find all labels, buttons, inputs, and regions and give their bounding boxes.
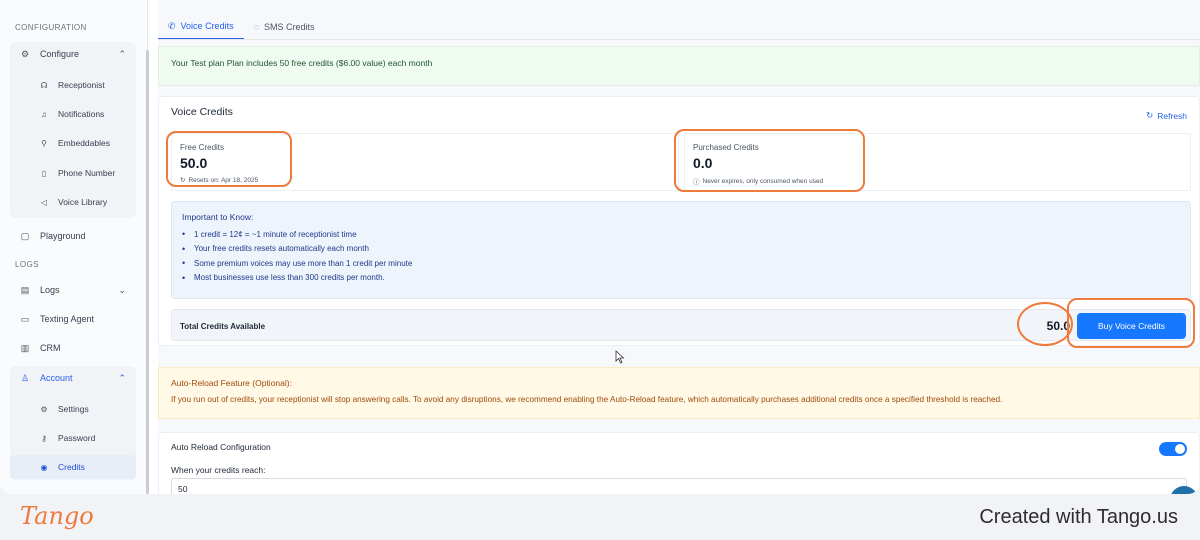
- tab-label: Voice Credits: [180, 21, 234, 31]
- sidebar-item-account[interactable]: ♙ Account ⌃: [10, 366, 136, 390]
- tab-voice-credits[interactable]: ✆ Voice Credits: [158, 14, 244, 40]
- refresh-button[interactable]: ↻ Refresh: [1146, 110, 1187, 121]
- phone-icon: ✆: [168, 20, 176, 31]
- app-window: CONFIGURATION ⚙ Configure ⌃ ☊ Receptioni…: [0, 0, 1200, 494]
- sidebar-item-label: Receptionist: [58, 80, 105, 90]
- highlight-total-value: [1017, 302, 1073, 346]
- sidebar-item-password[interactable]: ⚷ Password: [10, 426, 136, 450]
- sidebar-item-notifications[interactable]: ♫ Notifications: [10, 102, 136, 126]
- highlight-buy-button: [1067, 298, 1195, 348]
- sidebar-item-label: Credits: [58, 462, 85, 472]
- log-icon: ▤: [20, 284, 30, 295]
- sidebar-item-label: Phone Number: [58, 168, 116, 178]
- toggle-knob: [1175, 444, 1185, 454]
- key-icon: ⚷: [41, 433, 47, 443]
- message-icon: ◌: [253, 22, 259, 32]
- created-with-text: Created with Tango.us: [979, 506, 1178, 528]
- auto-reload-config-card: Auto Reload Configuration When your cred…: [158, 432, 1200, 494]
- credit-tabs: ✆ Voice Credits ◌ SMS Credits: [158, 14, 324, 40]
- puzzle-icon: ⚲: [41, 138, 47, 148]
- gear-icon: ⚙: [40, 404, 48, 414]
- sidebar-item-label: Embeddables: [58, 138, 110, 148]
- sidebar-item-label: Texting Agent: [40, 314, 95, 324]
- bar-chart-icon: ▥: [20, 342, 30, 353]
- tab-divider: [158, 39, 1200, 40]
- list-item: 1 credit = 12¢ = ~1 minute of receptioni…: [182, 227, 412, 242]
- tango-logo: Tango: [20, 502, 94, 530]
- chevron-up-icon: ⌃: [118, 48, 126, 59]
- sidebar-item-label: Playground: [40, 231, 86, 241]
- sidebar-item-phone-number[interactable]: ▯ Phone Number: [10, 161, 136, 185]
- highlight-purchased-credits: [674, 129, 865, 192]
- sidebar-item-label: Password: [58, 433, 96, 443]
- sidebar-item-receptionist[interactable]: ☊ Receptionist: [10, 73, 136, 97]
- highlight-free-credits: [166, 131, 292, 187]
- coin-icon: ◉: [40, 462, 48, 472]
- message-icon: ▭: [20, 313, 30, 324]
- chevron-down-icon: ⌄: [118, 284, 126, 295]
- sidebar-item-crm[interactable]: ▥ CRM: [10, 336, 136, 360]
- sidebar-item-label: CRM: [40, 343, 61, 353]
- sidebar: CONFIGURATION ⚙ Configure ⌃ ☊ Receptioni…: [0, 0, 148, 494]
- sidebar-item-label: Voice Library: [58, 197, 108, 207]
- auto-reload-toggle[interactable]: [1159, 442, 1187, 456]
- list-item: Most businesses use less than 300 credit…: [182, 271, 412, 286]
- speaker-icon: ◁: [40, 197, 48, 207]
- sidebar-item-label: Settings: [58, 404, 89, 414]
- tab-sms-credits[interactable]: ◌ SMS Credits: [244, 14, 325, 40]
- main-content: ✆ Voice Credits ◌ SMS Credits Your Test …: [158, 0, 1200, 494]
- bell-icon: ♫: [41, 109, 47, 119]
- section-logs: LOGS: [15, 260, 39, 269]
- section-configuration: CONFIGURATION: [15, 23, 87, 32]
- sidebar-item-label: Configure: [40, 49, 80, 59]
- sidebar-item-playground[interactable]: ▢ Playground: [10, 224, 136, 248]
- auto-reload-banner: Auto-Reload Feature (Optional): If you r…: [158, 367, 1200, 419]
- total-credits-label: Total Credits Available: [180, 322, 266, 331]
- sidebar-item-logs[interactable]: ▤ Logs ⌄: [10, 278, 136, 302]
- sidebar-item-texting-agent[interactable]: ▭ Texting Agent: [10, 307, 136, 331]
- auto-reload-banner-title: Auto-Reload Feature (Optional):: [171, 378, 292, 388]
- threshold-input[interactable]: [171, 478, 1187, 494]
- sidebar-scrollbar[interactable]: [146, 50, 149, 494]
- plan-banner: Your Test plan Plan includes 50 free cre…: [158, 46, 1200, 86]
- list-item: Some premium voices may use more than 1 …: [182, 256, 412, 271]
- sidebar-item-label: Account: [40, 373, 73, 383]
- auto-reload-banner-text: If you run out of credits, your receptio…: [171, 395, 1003, 404]
- info-list: 1 credit = 12¢ = ~1 minute of receptioni…: [182, 227, 412, 285]
- section-title: Voice Credits: [171, 106, 233, 118]
- sidebar-item-label: Logs: [40, 285, 60, 295]
- chevron-up-icon: ⌃: [118, 372, 126, 383]
- refresh-icon: ↻: [1146, 110, 1154, 120]
- important-info-box: Important to Know: 1 credit = 12¢ = ~1 m…: [171, 201, 1191, 299]
- sidebar-item-embeddables[interactable]: ⚲ Embeddables: [10, 131, 136, 155]
- sidebar-item-label: Notifications: [58, 109, 105, 119]
- chat-icon: ▢: [20, 230, 30, 241]
- sidebar-item-settings[interactable]: ⚙ Settings: [10, 397, 136, 421]
- auto-reload-config-title: Auto Reload Configuration: [171, 442, 271, 452]
- sidebar-item-credits[interactable]: ◉ Credits: [10, 455, 136, 479]
- user-icon: ♙: [20, 372, 30, 383]
- tab-label: SMS Credits: [263, 22, 315, 32]
- list-item: Your free credits resets automatically e…: [182, 242, 412, 257]
- refresh-label: Refresh: [1157, 110, 1187, 121]
- sidebar-item-voice-library[interactable]: ◁ Voice Library: [10, 190, 136, 214]
- info-title: Important to Know:: [182, 212, 254, 222]
- threshold-label: When your credits reach:: [171, 465, 266, 475]
- mouse-cursor-icon: [615, 350, 625, 364]
- sidebar-item-configure[interactable]: ⚙ Configure ⌃: [10, 42, 136, 66]
- gear-icon: ⚙: [20, 48, 30, 59]
- phone-icon: ▯: [41, 168, 47, 178]
- headset-icon: ☊: [40, 80, 48, 90]
